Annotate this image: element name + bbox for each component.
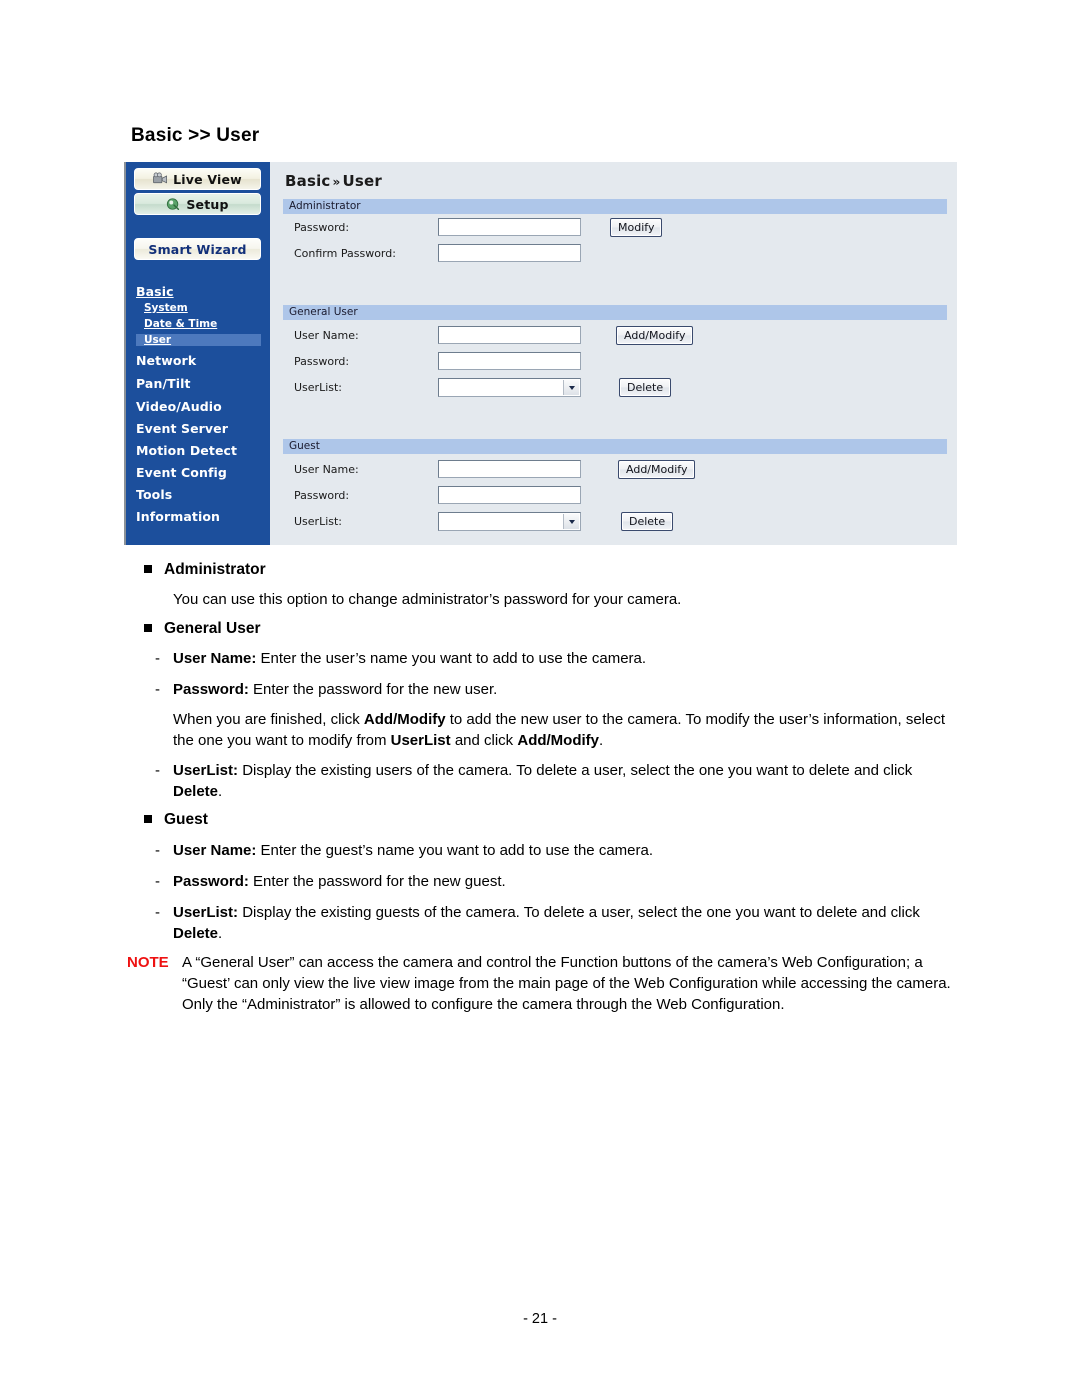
guest-userlist-select[interactable] [438,512,581,531]
list-item-guest-userlist: - UserList: Display the existing guests o… [155,902,953,944]
term-guest-password: Password: [173,873,249,890]
general-delete-button[interactable]: Delete [619,378,672,397]
sidebar-item-date-time[interactable]: Date & Time [144,318,217,330]
section-header-administrator: Administrator [283,199,947,214]
dash-bullet-icon: - [155,904,160,921]
term-user-name: User Name: [173,650,257,667]
term-password: Password: [173,681,249,698]
general-username-label: User Name: [294,329,359,342]
sidebar-item-event-config[interactable]: Event Config [136,465,227,480]
admin-confirm-password-input[interactable] [438,244,581,262]
note-block: NOTE A “General User” can access the cam… [127,952,957,1015]
guest-password-input[interactable] [438,486,581,504]
breadcrumb-secondary: User [342,172,382,190]
sidebar-item-information[interactable]: Information [136,509,220,524]
sidebar-item-network[interactable]: Network [136,353,196,368]
chevron-down-icon[interactable] [563,514,579,529]
setup-button-label: Setup [186,196,229,212]
live-view-button-label: Live View [173,171,242,187]
smart-wizard-button[interactable]: Smart Wizard [134,238,261,260]
breadcrumb-chevron-icon: » [332,175,341,189]
general-userlist-select[interactable] [438,378,581,397]
setup-button[interactable]: Setup [134,193,261,215]
sidebar-item-video-audio[interactable]: Video/Audio [136,399,222,414]
admin-confirm-password-label: Confirm Password: [294,247,396,260]
camera-web-configuration-screenshot: Live View Setup Smart Wizard Basic Syste… [124,162,957,545]
sidebar-item-event-server[interactable]: Event Server [136,421,228,436]
dash-bullet-icon: - [155,650,160,667]
list-item-general-password: - Password: Enter the password for the ne… [155,679,963,700]
square-bullet-icon [144,815,152,823]
heading-guest-label: Guest [164,811,208,828]
admin-password-label: Password: [294,221,350,234]
chevron-down-icon[interactable] [563,380,579,395]
camcorder-icon [153,172,168,184]
general-password-input[interactable] [438,352,581,370]
guest-username-input[interactable] [438,460,581,478]
admin-password-input[interactable] [438,218,581,236]
rich-text-general-finished: When you are finished, click Add/Modify … [173,711,946,749]
dash-bullet-icon: - [155,842,160,859]
list-item-guest-username: - User Name: Enter the guest’s name you w… [155,840,963,861]
general-add-modify-button[interactable]: Add/Modify [616,326,694,345]
note-body: A “General User” can access the camera a… [182,954,951,1013]
sidebar-item-tools[interactable]: Tools [136,487,172,502]
sidebar-item-basic[interactable]: Basic [136,284,174,299]
camera-content-pane: Basic» User Administrator Password: Modif… [270,162,957,545]
note-tag: NOTE [127,954,169,971]
page-title: Basic >> User [131,125,260,146]
desc-guest-password: Enter the password for the new guest. [248,873,506,890]
term-guest-user-name: User Name: [173,842,257,859]
guest-add-modify-button[interactable]: Add/Modify [618,460,696,479]
camera-sidebar: Live View Setup Smart Wizard Basic Syste… [126,162,270,545]
heading-administrator-label: Administrator [164,561,266,578]
list-item-general-userlist: - UserList: Display the existing users of… [155,760,953,802]
guest-userlist-label: UserList: [294,515,343,528]
smart-wizard-button-label: Smart Wizard [148,241,247,257]
list-item-guest-password: - Password: Enter the password for the ne… [155,871,963,892]
dash-bullet-icon: - [155,681,160,698]
dash-bullet-icon: - [155,873,160,890]
guest-delete-button[interactable]: Delete [621,512,674,531]
guest-username-label: User Name: [294,463,359,476]
desc-guest-user-name: Enter the guest’s name you want to add t… [256,842,654,859]
heading-administrator: Administrator [144,561,266,579]
list-item-general-username: - User Name: Enter the user’s name you wa… [155,648,963,669]
sidebar-item-system[interactable]: System [144,302,188,314]
rich-text-general-userlist: UserList: Display the existing users of … [173,762,913,800]
breadcrumb-primary: Basic [285,172,331,190]
square-bullet-icon [144,565,152,573]
paragraph-administrator: You can use this option to change admini… [173,591,682,608]
setup-gear-icon [167,198,180,210]
guest-password-label: Password: [294,489,350,502]
live-view-button[interactable]: Live View [134,168,261,190]
heading-general-user-label: General User [164,620,261,637]
heading-general-user: General User [144,620,261,638]
admin-modify-button[interactable]: Modify [610,218,663,237]
rich-text-guest-userlist: UserList: Display the existing guests of… [173,904,920,942]
general-userlist-label: UserList: [294,381,343,394]
desc-user-name: Enter the user’s name you want to add to… [256,650,647,667]
breadcrumb: Basic» User [285,172,382,190]
desc-password: Enter the password for the new user. [248,681,498,698]
heading-guest: Guest [144,811,208,829]
square-bullet-icon [144,624,152,632]
general-password-label: Password: [294,355,350,368]
section-header-guest: Guest [283,439,947,454]
paragraph-general-user-finished: When you are finished, click Add/Modify … [173,709,963,751]
dash-bullet-icon: - [155,762,160,779]
general-username-input[interactable] [438,326,581,344]
sidebar-item-user[interactable]: User [136,334,261,346]
section-header-general-user: General User [283,305,947,320]
sidebar-item-motion-detect[interactable]: Motion Detect [136,443,237,458]
sidebar-item-pan-tilt[interactable]: Pan/Tilt [136,376,191,391]
page-number: - 21 - [523,1311,557,1327]
